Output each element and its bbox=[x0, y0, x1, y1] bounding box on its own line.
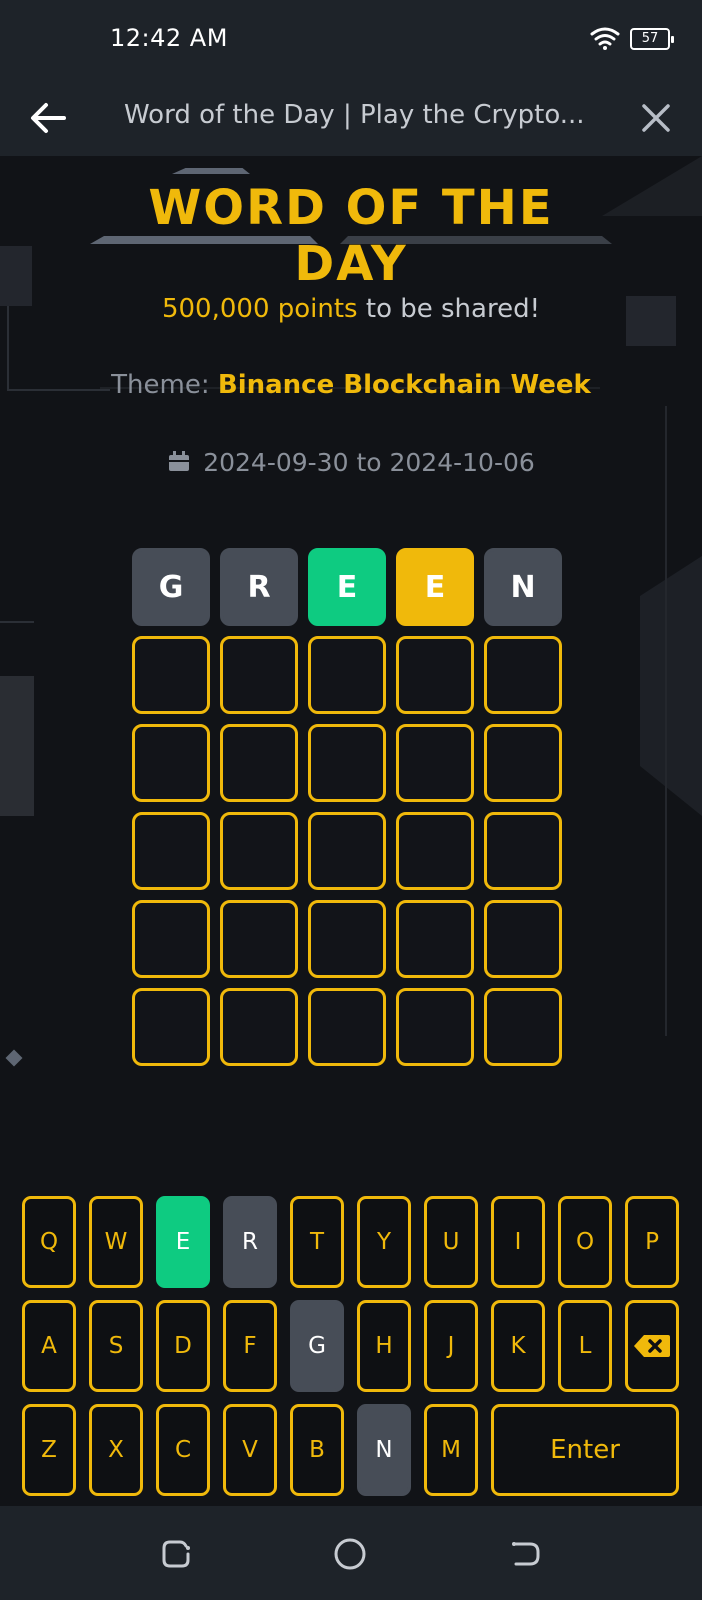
key-n[interactable]: N bbox=[357, 1404, 411, 1496]
back-arrow-icon[interactable] bbox=[26, 96, 70, 140]
key-z[interactable]: Z bbox=[22, 1404, 76, 1496]
empty-tile bbox=[220, 724, 298, 802]
key-s[interactable]: S bbox=[89, 1300, 143, 1392]
empty-tile bbox=[308, 988, 386, 1066]
back-nav-icon[interactable] bbox=[506, 1534, 546, 1574]
key-p[interactable]: P bbox=[625, 1196, 679, 1288]
system-nav-bar bbox=[0, 1506, 702, 1600]
points-line: 500,000 points to be shared! bbox=[0, 294, 702, 324]
key-d[interactable]: D bbox=[156, 1300, 210, 1392]
empty-tile bbox=[220, 636, 298, 714]
key-o[interactable]: O bbox=[558, 1196, 612, 1288]
guess-tile: E bbox=[396, 548, 474, 626]
enter-key[interactable]: Enter bbox=[491, 1404, 679, 1496]
status-time: 12:42 AM bbox=[110, 24, 228, 52]
key-j[interactable]: J bbox=[424, 1300, 478, 1392]
key-u[interactable]: U bbox=[424, 1196, 478, 1288]
battery-icon: 57 bbox=[630, 28, 674, 50]
empty-tile bbox=[132, 636, 210, 714]
empty-tile bbox=[396, 636, 474, 714]
guess-tile: N bbox=[484, 548, 562, 626]
empty-tile bbox=[484, 812, 562, 890]
wifi-icon bbox=[590, 27, 620, 50]
date-range-text: 2024-09-30 to 2024-10-06 bbox=[203, 448, 535, 477]
empty-tile bbox=[396, 724, 474, 802]
key-k[interactable]: K bbox=[491, 1300, 545, 1392]
theme-value: Binance Blockchain Week bbox=[217, 370, 591, 400]
heading-banner: WORD OF THE DAY bbox=[90, 168, 612, 292]
key-i[interactable]: I bbox=[491, 1196, 545, 1288]
key-g[interactable]: G bbox=[290, 1300, 344, 1392]
close-icon[interactable] bbox=[636, 98, 676, 138]
empty-tile bbox=[132, 812, 210, 890]
empty-tile bbox=[132, 900, 210, 978]
empty-tile bbox=[308, 900, 386, 978]
calendar-icon bbox=[169, 451, 190, 471]
key-v[interactable]: V bbox=[223, 1404, 277, 1496]
guess-tile: E bbox=[308, 548, 386, 626]
points-text: to be shared! bbox=[357, 294, 541, 324]
key-m[interactable]: M bbox=[424, 1404, 478, 1496]
key-r[interactable]: R bbox=[223, 1196, 277, 1288]
key-f[interactable]: F bbox=[223, 1300, 277, 1392]
key-y[interactable]: Y bbox=[357, 1196, 411, 1288]
empty-tile bbox=[396, 988, 474, 1066]
key-b[interactable]: B bbox=[290, 1404, 344, 1496]
theme-line: Theme: Binance Blockchain Week bbox=[0, 370, 702, 400]
key-t[interactable]: T bbox=[290, 1196, 344, 1288]
empty-tile bbox=[484, 900, 562, 978]
home-icon[interactable] bbox=[330, 1534, 370, 1574]
backspace-icon bbox=[634, 1335, 670, 1357]
key-a[interactable]: A bbox=[22, 1300, 76, 1392]
key-c[interactable]: C bbox=[156, 1404, 210, 1496]
key-q[interactable]: Q bbox=[22, 1196, 76, 1288]
date-range: 2024-09-30 to 2024-10-06 bbox=[0, 448, 702, 477]
page-title: Word of the Day | Play the Crypto... bbox=[124, 100, 585, 130]
empty-tile bbox=[308, 812, 386, 890]
key-l[interactable]: L bbox=[558, 1300, 612, 1392]
key-w[interactable]: W bbox=[89, 1196, 143, 1288]
empty-tile bbox=[484, 724, 562, 802]
heading-title: WORD OF THE DAY bbox=[148, 180, 554, 292]
empty-tile bbox=[308, 636, 386, 714]
empty-tile bbox=[484, 988, 562, 1066]
points-amount: 500,000 points bbox=[161, 294, 358, 324]
empty-tile bbox=[396, 900, 474, 978]
empty-tile bbox=[132, 724, 210, 802]
empty-tile bbox=[220, 988, 298, 1066]
key-h[interactable]: H bbox=[357, 1300, 411, 1392]
empty-tile bbox=[220, 812, 298, 890]
empty-tile bbox=[396, 812, 474, 890]
empty-tile bbox=[220, 900, 298, 978]
guess-tile: R bbox=[220, 548, 298, 626]
backspace-key[interactable] bbox=[625, 1300, 679, 1392]
guess-tile: G bbox=[132, 548, 210, 626]
empty-tile bbox=[132, 988, 210, 1066]
title-bar: Word of the Day | Play the Crypto... bbox=[0, 80, 702, 156]
recents-icon[interactable] bbox=[156, 1534, 196, 1574]
key-e[interactable]: E bbox=[156, 1196, 210, 1288]
empty-tile bbox=[484, 636, 562, 714]
key-x[interactable]: X bbox=[89, 1404, 143, 1496]
status-bar: 12:42 AM 57 bbox=[0, 0, 702, 80]
battery-level: 57 bbox=[641, 31, 659, 46]
empty-tile bbox=[308, 724, 386, 802]
theme-label: Theme: bbox=[111, 370, 218, 400]
